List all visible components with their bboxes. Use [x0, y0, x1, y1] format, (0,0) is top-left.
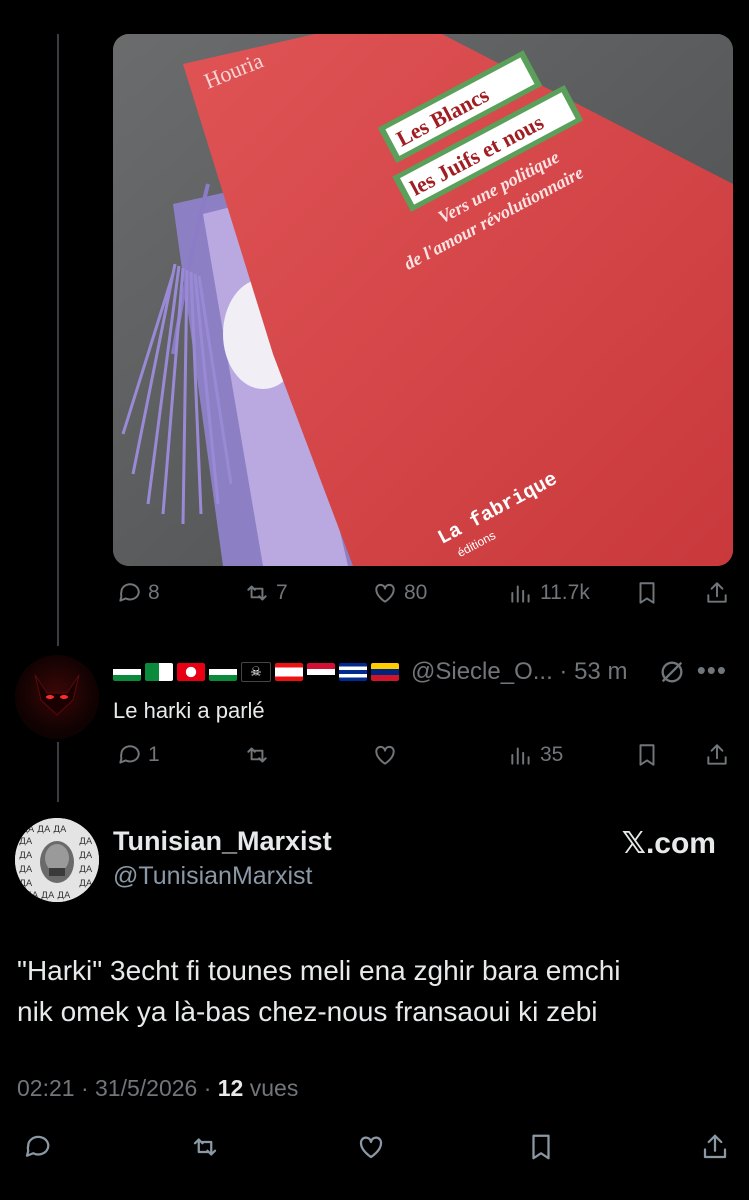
bookmark-icon: [639, 582, 655, 604]
bookmark-icon: [532, 1134, 550, 1160]
timestamp[interactable]: 02:21 · 31/5/2026 ·: [17, 1075, 218, 1101]
main-post-actions: [0, 1132, 749, 1172]
views-count: 35: [540, 743, 564, 766]
reply-header: ☠ @Siecle_O... · 53 m: [113, 658, 627, 686]
like-button[interactable]: 80: [372, 580, 427, 606]
book-photo: Houria Les Blancs les Juifs et nous Vers…: [113, 34, 733, 566]
share-icon: [707, 744, 727, 765]
tweet-meta: 02:21 · 31/5/2026 · 12 vues: [17, 1075, 298, 1102]
svg-text:ДА: ДА: [79, 879, 93, 889]
post-image[interactable]: Houria Les Blancs les Juifs et nous Vers…: [113, 34, 733, 566]
repost-icon: [247, 585, 267, 601]
venezuela-flag-icon: [371, 663, 399, 681]
bookmark-button[interactable]: [526, 1132, 556, 1162]
pirate-flag-icon: ☠: [241, 662, 271, 682]
views-count: 12: [217, 1075, 244, 1101]
more-options-icon[interactable]: •••: [697, 655, 727, 686]
reply-avatar[interactable]: [15, 655, 99, 739]
reply-count: 8: [148, 581, 160, 604]
like-button[interactable]: [372, 742, 398, 768]
cuba-flag-icon: [339, 663, 367, 681]
share-button[interactable]: [704, 580, 730, 606]
parent-post-actions: 8 7 80 11.7k: [0, 580, 749, 620]
algeria-flag-icon: [145, 663, 173, 681]
svg-text:ДА: ДА: [79, 865, 93, 875]
repost-count: 7: [276, 581, 288, 604]
tunisia-flag-icon: [177, 663, 205, 681]
x-com-logo: 𝕏.com: [621, 827, 716, 860]
lebanon-flag-icon: [275, 663, 303, 681]
svg-text:ДА ДА ДА: ДА ДА ДА: [25, 891, 71, 901]
demon-avatar-icon: [34, 674, 80, 716]
like-count: 80: [404, 581, 428, 604]
views-button[interactable]: 35: [508, 742, 563, 768]
sudan-flag-icon: [307, 663, 335, 681]
grok-slash-icon[interactable]: [658, 658, 686, 686]
reply-button[interactable]: 1: [116, 742, 160, 768]
display-name[interactable]: Tunisian_Marxist: [113, 826, 332, 857]
svg-text:ДА: ДА: [19, 879, 33, 889]
repost-icon: [247, 747, 267, 763]
views-count: 11.7k: [540, 581, 590, 604]
heart-icon: [375, 583, 395, 603]
svg-text:ДА: ДА: [79, 837, 93, 847]
main-avatar[interactable]: ДА ДА ДА ДА ДА ДА ДА ДА ДА ДА ДА ДА ДА ДА: [15, 818, 99, 902]
views-label: vues: [243, 1075, 299, 1101]
reply-button[interactable]: [22, 1132, 52, 1162]
svg-text:ДА: ДА: [19, 837, 33, 847]
repost-button[interactable]: 7: [244, 580, 288, 606]
bookmark-button[interactable]: [634, 580, 660, 606]
svg-text:ДА: ДА: [79, 851, 93, 861]
svg-text:ДА ДА ДА: ДА ДА ДА: [21, 825, 67, 835]
repost-icon: [193, 1138, 217, 1156]
reply-button[interactable]: 8: [116, 580, 160, 606]
share-button[interactable]: [704, 742, 730, 768]
like-button[interactable]: [356, 1132, 386, 1162]
reply-icon: [25, 1135, 50, 1157]
reply-text: Le harki a parlé: [113, 698, 265, 723]
share-icon: [703, 1134, 727, 1159]
portrait-avatar-icon: ДА ДА ДА ДА ДА ДА ДА ДА ДА ДА ДА ДА ДА ДА: [15, 818, 99, 902]
share-icon: [707, 582, 727, 603]
share-button[interactable]: [700, 1132, 730, 1162]
reply-icon: [119, 583, 140, 602]
svg-text:ДА: ДА: [19, 851, 33, 861]
bookmark-icon: [639, 744, 655, 766]
reply-count: 1: [148, 743, 160, 766]
user-handle[interactable]: @TunisianMarxist: [113, 862, 313, 891]
tweet-text: "Harki" 3echt fi tounes meli ena zghir b…: [17, 950, 727, 1032]
western-sahara-flag-icon: [209, 663, 237, 681]
repost-button[interactable]: [190, 1132, 220, 1162]
reply-handle[interactable]: @Siecle_O... · 53 m: [411, 658, 627, 686]
thread-line-top: [57, 34, 59, 646]
bar-chart-icon: [511, 747, 530, 765]
views-button[interactable]: 11.7k: [508, 580, 590, 606]
tweet-text-line2: nik omek ya là-bas chez-nous fransaoui k…: [17, 996, 598, 1027]
tweet-text-line1: "Harki" 3echt fi tounes meli ena zghir b…: [17, 955, 621, 986]
palestine-flag-icon: [113, 663, 141, 681]
repost-button[interactable]: [244, 742, 270, 768]
svg-text:ДА: ДА: [19, 865, 33, 875]
heart-icon: [375, 745, 395, 765]
bar-chart-icon: [511, 585, 530, 603]
reply-actions: 1 35: [0, 742, 749, 782]
reply-icon: [119, 745, 140, 764]
bookmark-button[interactable]: [634, 742, 660, 768]
heart-icon: [359, 1136, 383, 1159]
